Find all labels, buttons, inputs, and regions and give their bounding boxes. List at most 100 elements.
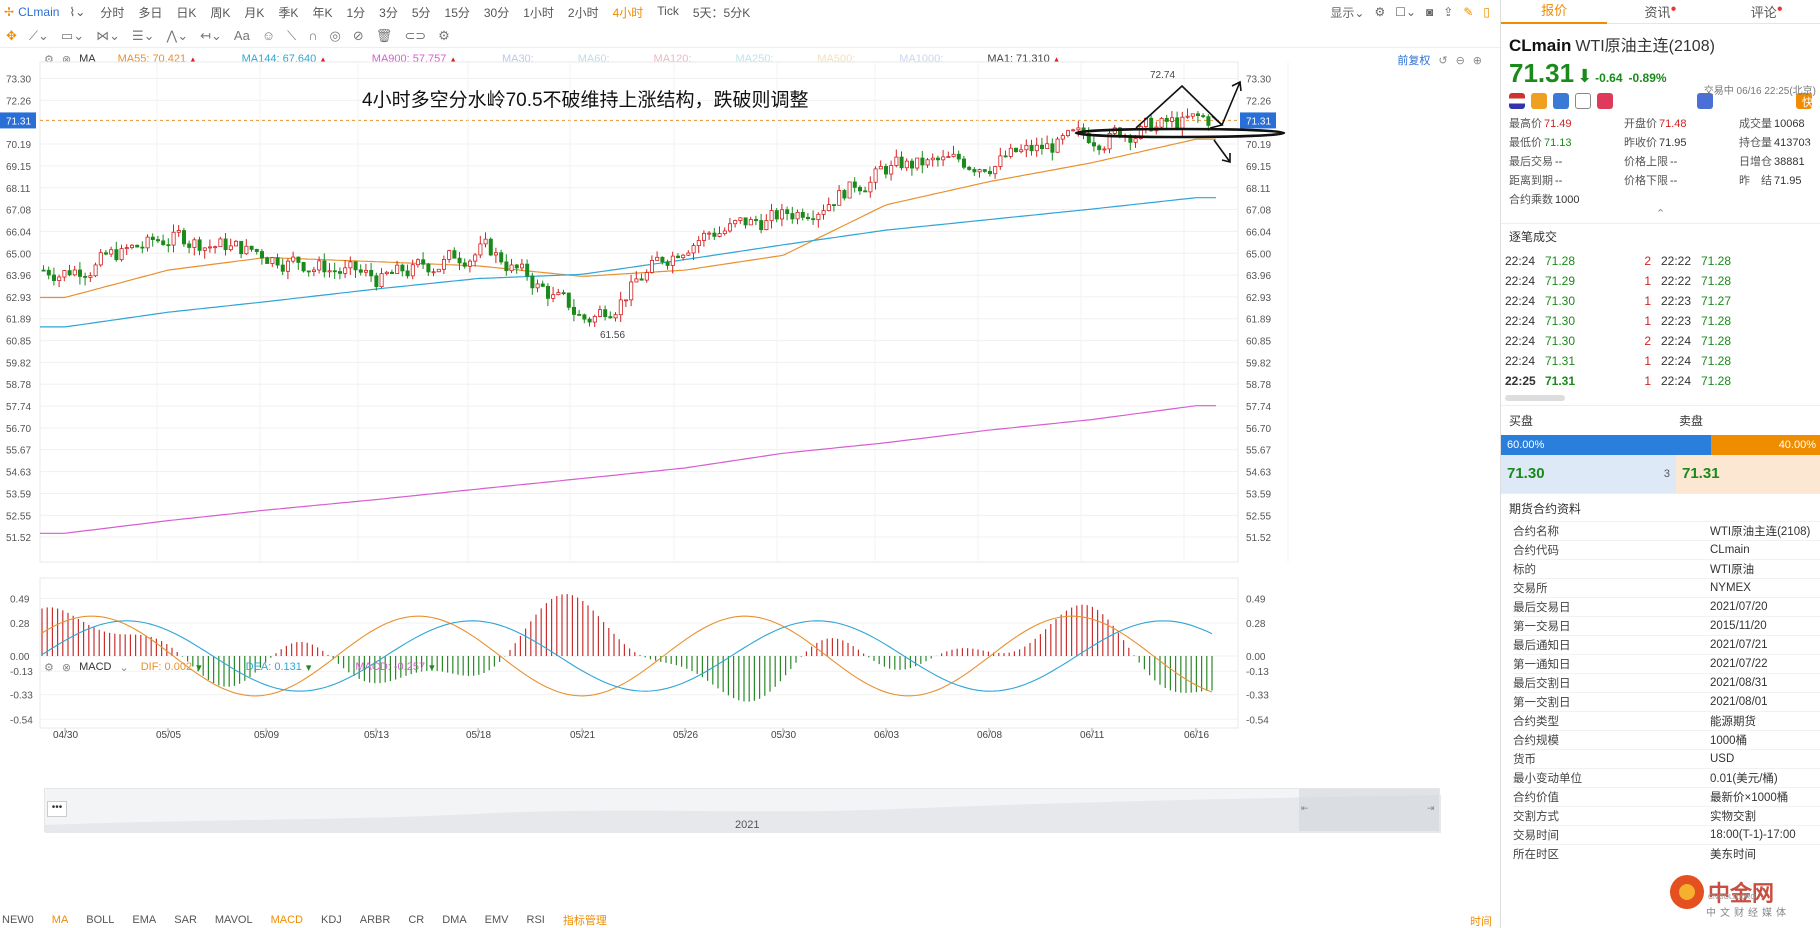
indicator-tab[interactable]: BOLL — [86, 914, 114, 926]
crosshair-icon[interactable]: ✢ — [4, 5, 14, 19]
macd-close-icon[interactable]: ⊗ — [62, 661, 71, 674]
news-dot-icon: ● — [1670, 3, 1677, 15]
macd-tick-label: -0.33 — [10, 691, 33, 702]
candle-body — [155, 239, 160, 242]
candle-body — [847, 181, 852, 199]
arrow-tool-icon[interactable]: ↤⌄ — [200, 28, 222, 44]
candle-body — [634, 278, 639, 283]
indicator-tab[interactable]: EMA — [132, 914, 156, 926]
candle-body — [691, 245, 696, 254]
fib-tool-icon[interactable]: ☰⌄ — [132, 28, 155, 44]
share-icon[interactable]: ⇪ — [1443, 5, 1453, 19]
layout-icon[interactable]: ☐⌄ — [1395, 5, 1416, 19]
timeframe-tab[interactable]: 1小时 — [523, 4, 554, 21]
candle-body — [566, 292, 571, 308]
pattern-tool-icon[interactable]: ⋀⌄ — [167, 28, 189, 44]
indicator-tab[interactable]: NEW0 — [2, 914, 34, 926]
macd-tick-label: 0.49 — [1246, 595, 1266, 606]
portfolio-icon[interactable] — [1553, 93, 1569, 109]
lock-tool-icon[interactable]: ⊘ — [353, 28, 364, 44]
settings-icon[interactable]: ⚙ — [1374, 5, 1385, 19]
gear-tool-icon[interactable]: ⚙ — [438, 28, 450, 44]
timeframe-tab[interactable]: 15分 — [445, 4, 470, 21]
trash-tool-icon[interactable]: 🗑 — [376, 28, 393, 44]
timeframe-tab[interactable]: 季K — [278, 4, 298, 21]
symbol-label[interactable]: CLmain — [18, 5, 59, 19]
spec-key: 交易所 — [1513, 583, 1548, 595]
timeframe-tab[interactable]: 1分 — [346, 4, 365, 21]
indicator-tab[interactable]: ARBR — [360, 914, 391, 926]
indicator-tab[interactable]: MA — [52, 914, 69, 926]
timeframe-tab[interactable]: 月K — [244, 4, 264, 21]
timeframe-tab[interactable]: 年K — [312, 4, 332, 21]
ruler-tool-icon[interactable]: ⟍ — [287, 28, 296, 44]
candle-body — [78, 269, 83, 277]
timeframe-tab[interactable]: 5分 — [412, 4, 431, 21]
ask-cell[interactable]: 71.31 — [1676, 455, 1820, 493]
tick-scrollbar[interactable] — [1505, 395, 1565, 401]
candle-body — [421, 259, 426, 265]
candle-body — [161, 240, 166, 246]
timeframe-tab[interactable]: 周K — [210, 4, 230, 21]
date-tick-label: 06/11 — [1080, 730, 1105, 738]
indicator-tab[interactable]: EMV — [485, 914, 509, 926]
macd-settings-icon[interactable]: ⚙ — [44, 661, 54, 674]
timeframe-tab[interactable]: 多日 — [138, 4, 162, 21]
bid-cell[interactable]: 71.30 3 — [1501, 455, 1676, 493]
trendline-tool-icon[interactable]: ⟋⌄ — [29, 28, 49, 44]
timeframe-tab[interactable]: 5天：5分K — [693, 4, 750, 21]
indicator-tab[interactable]: CR — [408, 914, 424, 926]
display-menu[interactable]: 显示⌄ — [1330, 4, 1364, 21]
spec-row: 合约类型 能源期货 — [1513, 711, 1820, 730]
date-tick-label: 05/05 — [156, 730, 181, 738]
collapse-chevron-icon[interactable]: ⌃ — [1501, 207, 1820, 223]
timeframe-tab[interactable]: 30分 — [484, 4, 509, 21]
navigator-right-arrow-icon[interactable]: ⇥ — [1427, 803, 1435, 814]
spec-value: 2021/07/22 — [1710, 658, 1768, 670]
price-tick-label: 72.26 — [1246, 96, 1271, 107]
flash-icon[interactable] — [1531, 93, 1547, 109]
bottom-right-label[interactable]: 时间 — [1470, 913, 1492, 928]
rect-tool-icon[interactable]: ▭⌄ — [61, 28, 84, 44]
tab-quote[interactable]: 报价 — [1501, 0, 1608, 24]
indicator-tab[interactable]: RSI — [527, 914, 545, 926]
indicator-tab[interactable]: 指标管理 — [563, 912, 607, 928]
timeframe-tab[interactable]: 2小时 — [568, 4, 599, 21]
chart-type-icon[interactable]: ⌇⌄ — [69, 5, 85, 19]
macd-title[interactable]: MACD — [79, 661, 111, 673]
bookmark-icon[interactable]: ▯ — [1483, 5, 1490, 19]
fork-tool-icon[interactable]: ⋈⌄ — [96, 28, 120, 44]
tab-news[interactable]: 资讯● — [1607, 2, 1713, 21]
macd-chevron-icon[interactable]: ⌄ — [119, 661, 128, 674]
time-navigator[interactable]: ••• ⇤ ⇥ 2021 — [44, 788, 1441, 833]
macd-tick-label: -0.54 — [10, 715, 33, 726]
text-tool-icon[interactable]: Aa — [234, 28, 250, 43]
note-icon[interactable] — [1575, 93, 1591, 109]
indicator-tab[interactable]: MAVOL — [215, 914, 253, 926]
link-tool-icon[interactable]: ⊂⊃ — [404, 28, 426, 44]
heart-icon[interactable] — [1597, 93, 1613, 109]
timeframe-tab[interactable]: 分时 — [100, 4, 124, 21]
eye-tool-icon[interactable]: ◎ — [330, 28, 341, 44]
cursor-tool-icon[interactable]: ✥ — [6, 28, 17, 44]
candle-body — [1034, 144, 1039, 152]
pen-icon[interactable]: ✎ — [1463, 5, 1473, 19]
emoji-tool-icon[interactable]: ☺ — [262, 28, 275, 43]
tab-comments[interactable]: 评论● — [1714, 2, 1820, 21]
candle-body — [785, 209, 790, 214]
magnet-tool-icon[interactable]: ∩ — [308, 28, 317, 43]
camera-icon[interactable]: ◙ — [1426, 5, 1433, 19]
navigator-left-arrow-icon[interactable]: ⇤ — [1301, 803, 1309, 814]
candle-body — [1014, 147, 1019, 153]
indicator-tab[interactable]: KDJ — [321, 914, 342, 926]
candle-body — [192, 239, 197, 248]
indicator-tab[interactable]: SAR — [174, 914, 197, 926]
timeframe-tab[interactable]: 3分 — [379, 4, 398, 21]
chart-svg[interactable]: 73.30 73.30 72.26 72.26 71.31 71.31 70.19 70.19… — [0, 48, 1500, 738]
navigator-window[interactable] — [1299, 789, 1439, 831]
indicator-tab[interactable]: MACD — [271, 914, 303, 926]
timeframe-tab[interactable]: Tick — [657, 4, 679, 21]
indicator-tab[interactable]: DMA — [442, 914, 466, 926]
timeframe-tab[interactable]: 日K — [176, 4, 196, 21]
timeframe-tab[interactable]: 4小时 — [613, 4, 644, 21]
